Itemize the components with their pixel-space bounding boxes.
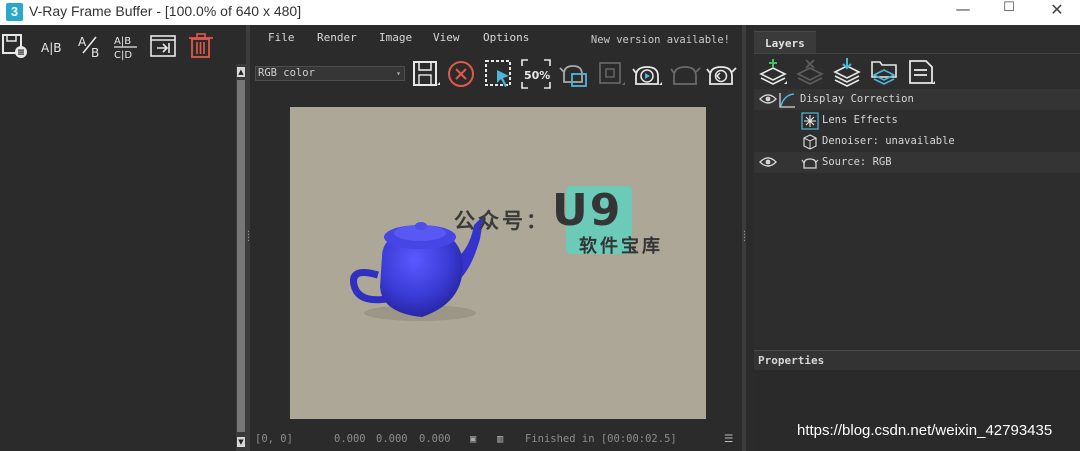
- watermark-prefix: 公众号：: [454, 209, 550, 233]
- zoom-50-icon[interactable]: 50%: [520, 58, 552, 90]
- menu-view[interactable]: View: [433, 31, 460, 44]
- svg-text:A|B: A|B: [41, 41, 61, 55]
- svg-text:A: A: [78, 35, 87, 49]
- mouse-coords: [0, 0]: [255, 433, 293, 445]
- layer-label: Denoiser: unavailable: [822, 135, 955, 147]
- maximize-button[interactable]: ☐: [986, 0, 1032, 25]
- remove-layer-icon[interactable]: [795, 57, 825, 87]
- frame-buffer-view: File Render Image View Options New versi…: [252, 25, 742, 451]
- scrollbar-thumb[interactable]: [237, 80, 245, 432]
- pixel-value-r: 0.000: [334, 433, 366, 445]
- save-layers-icon[interactable]: [869, 57, 899, 87]
- save-icon[interactable]: [410, 58, 442, 90]
- track-mouse-icon[interactable]: [558, 58, 590, 90]
- clear-icon[interactable]: [446, 58, 478, 90]
- tab-layers[interactable]: Layers: [754, 31, 816, 53]
- svg-text:A|B: A|B: [114, 36, 131, 47]
- interactive-render-icon[interactable]: [632, 58, 664, 90]
- menu-bar: File Render Image View Options New versi…: [252, 25, 742, 51]
- eye-visible-icon[interactable]: [759, 93, 777, 105]
- scroll-down-arrow-icon[interactable]: ▼: [237, 437, 245, 447]
- layer-row-source-rgb[interactable]: Source: RGB: [754, 152, 1080, 173]
- minimize-button[interactable]: —: [940, 0, 986, 25]
- layer-row-denoiser[interactable]: Denoiser: unavailable: [754, 131, 1080, 152]
- left-splitter[interactable]: · · · ·: [246, 25, 251, 451]
- compare-icon[interactable]: [595, 58, 627, 90]
- abcd-compare-icon[interactable]: A|B C|D: [112, 31, 142, 61]
- menu-file[interactable]: File: [268, 31, 295, 44]
- pixel-value-g: 0.000: [376, 433, 408, 445]
- blog-watermark: https://blog.csdn.net/weixin_42793435: [797, 422, 1053, 439]
- svg-text:C|D: C|D: [114, 50, 132, 61]
- app-logo-icon: 3: [6, 3, 23, 21]
- layer-tree: Display Correction Lens Effects Denoiser…: [754, 89, 1080, 173]
- menu-options[interactable]: Options: [483, 31, 529, 44]
- color-picker-icon[interactable]: ▣: [470, 433, 476, 445]
- teapot-source-icon: [801, 158, 819, 169]
- ab-vertical-compare-icon[interactable]: AB: [76, 31, 106, 61]
- render-icon[interactable]: [706, 58, 738, 90]
- svg-text:B: B: [91, 46, 99, 60]
- render-toolbar: RGB color ▾ 50%: [252, 57, 742, 93]
- layer-list-icon[interactable]: [906, 57, 936, 87]
- status-bar: [0, 0] 0.000 0.000 0.000 ▣ ▥ Finished in…: [252, 433, 742, 451]
- layer-row-lens-effects[interactable]: Lens Effects: [754, 110, 1080, 131]
- stop-render-icon[interactable]: [670, 58, 702, 90]
- splitter-grip-icon: · · · ·: [742, 227, 747, 245]
- ab-horizontal-compare-icon[interactable]: A|B: [38, 31, 68, 61]
- channel-select-value: RGB color: [258, 67, 315, 79]
- denoiser-icon: [803, 134, 817, 150]
- lens-effects-icon: [801, 112, 819, 130]
- teapot-render: [350, 215, 484, 321]
- layer-label: Source: RGB: [822, 156, 892, 168]
- load-layers-icon[interactable]: [832, 57, 862, 87]
- display-correction-icon: [779, 93, 795, 108]
- info-icon[interactable]: ▥: [497, 433, 503, 445]
- render-image[interactable]: 公众号： U9 软件宝库: [290, 107, 706, 419]
- svg-text:50%: 50%: [524, 69, 550, 82]
- channel-select[interactable]: RGB color ▾: [255, 66, 405, 81]
- properties-header: Properties: [754, 350, 1080, 370]
- window-title: V-Ray Frame Buffer - [100.0% of 640 x 48…: [29, 3, 302, 19]
- watermark-subtitle: 软件宝库: [579, 236, 663, 257]
- new-version-notice[interactable]: New version available!: [591, 34, 730, 46]
- watermark-brand: U9: [552, 185, 623, 236]
- log-icon[interactable]: ☰: [724, 433, 733, 445]
- save-history-icon[interactable]: [0, 31, 30, 61]
- layers-toolbar: [754, 55, 1080, 89]
- layer-label: Display Correction: [800, 93, 914, 105]
- history-scrollbar[interactable]: ▲ ▼: [236, 64, 246, 451]
- title-bar: 3 V-Ray Frame Buffer - [100.0% of 640 x …: [0, 0, 1080, 25]
- layer-row-display-correction[interactable]: Display Correction: [754, 89, 1080, 110]
- delete-icon[interactable]: [186, 31, 216, 61]
- menu-render[interactable]: Render: [317, 31, 357, 44]
- scroll-up-arrow-icon[interactable]: ▲: [237, 67, 245, 77]
- history-panel: A|B AB A|B C|D: [0, 25, 235, 451]
- layers-panel: Layers Display Correction Lens Effects D…: [754, 25, 1080, 451]
- render-status-message: Finished in [00:00:02.5]: [525, 433, 677, 445]
- eye-visible-icon[interactable]: [759, 156, 777, 168]
- load-to-render-icon[interactable]: [148, 31, 178, 61]
- pixel-value-b: 0.000: [419, 433, 451, 445]
- layer-label: Lens Effects: [822, 114, 898, 126]
- menu-image[interactable]: Image: [379, 31, 412, 44]
- close-button[interactable]: ✕: [1034, 0, 1080, 25]
- chevron-down-icon: ▾: [396, 69, 401, 78]
- add-layer-icon[interactable]: [758, 57, 788, 87]
- tab-divider: [754, 53, 1080, 54]
- right-splitter[interactable]: · · · ·: [742, 25, 747, 451]
- splitter-grip-icon: · · · ·: [246, 227, 251, 245]
- region-render-icon[interactable]: [483, 58, 515, 90]
